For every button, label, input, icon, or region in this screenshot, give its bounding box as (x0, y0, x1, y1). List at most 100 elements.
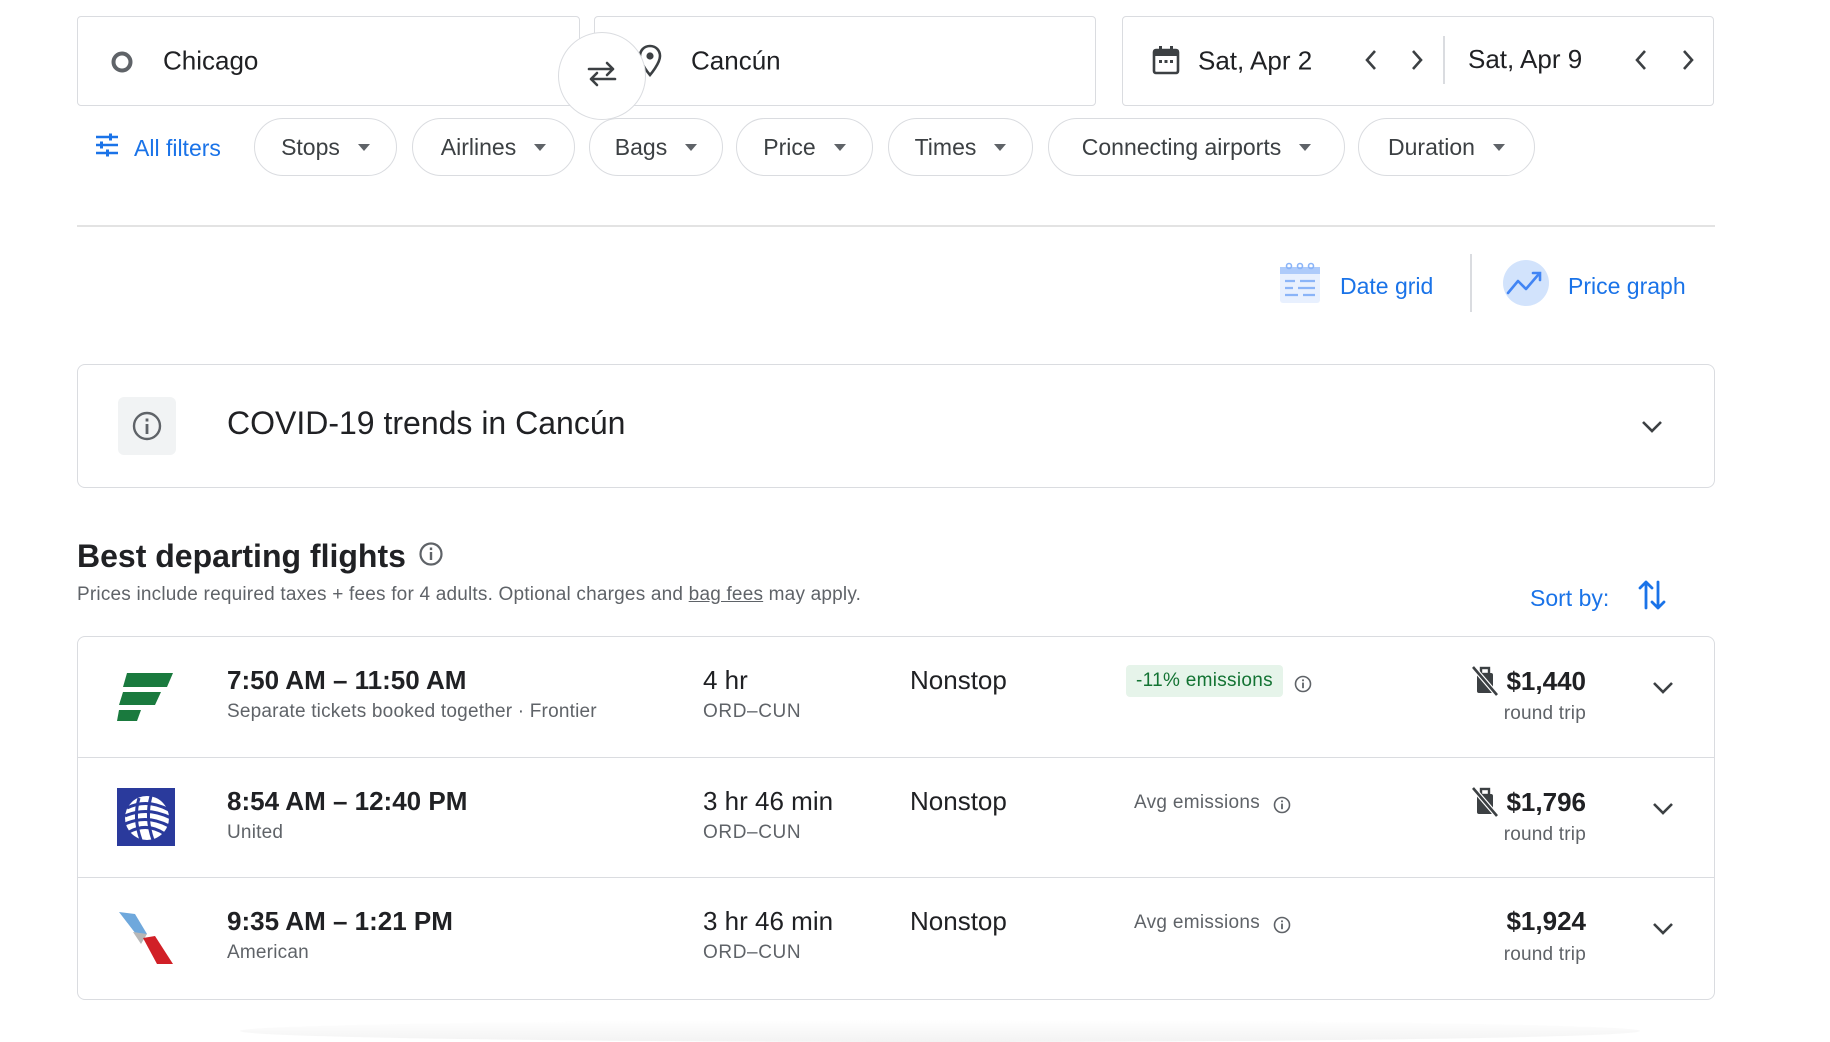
origin-circle-icon (110, 50, 134, 79)
chip-label: Times (914, 133, 977, 160)
chip-label: Connecting airports (1081, 133, 1282, 160)
info-icon[interactable] (1273, 916, 1291, 939)
price-graph-icon (1502, 259, 1550, 313)
flight-price: $1,796 (1470, 786, 1586, 818)
flight-route: ORD–CUN (703, 822, 802, 843)
bottom-shadow (240, 1020, 1640, 1042)
filter-chip-price[interactable]: Price (736, 118, 873, 176)
dropdown-caret-icon (685, 143, 698, 151)
price-note: round trip (1503, 703, 1586, 724)
all-filters-button[interactable]: All filters (94, 128, 221, 168)
origin-value: Chicago (163, 45, 259, 76)
frontier-logo (117, 667, 175, 725)
filter-chip-connecting-airports[interactable]: Connecting airports (1048, 118, 1345, 176)
depart-next-button[interactable] (1399, 38, 1435, 82)
emissions-label: Avg emissions (1134, 912, 1261, 933)
all-filters-label: All filters (134, 134, 221, 161)
filter-chip-times[interactable]: Times (888, 118, 1033, 176)
dropdown-caret-icon (534, 143, 547, 151)
emissions-label: Avg emissions (1134, 792, 1261, 813)
return-date[interactable]: Sat, Apr 9 (1468, 44, 1582, 75)
chevron-down-icon[interactable] (1652, 922, 1674, 941)
date-divider (1443, 36, 1445, 84)
info-icon[interactable] (418, 538, 444, 575)
flight-carrier: American (227, 942, 309, 963)
chip-label: Duration (1388, 133, 1475, 160)
chevron-down-icon[interactable] (1652, 681, 1674, 700)
flight-row[interactable]: 9:35 AM – 1:21 PM American 3 hr 46 min O… (78, 877, 1714, 997)
chevron-down-icon[interactable] (1638, 413, 1666, 441)
filter-chip-bags[interactable]: Bags (589, 118, 723, 176)
results-header: Best departing flights (77, 538, 444, 575)
divider (77, 225, 1715, 227)
chevron-down-icon[interactable] (1652, 802, 1674, 821)
price-graph-button[interactable]: Price graph (1502, 260, 1686, 312)
chevron-right-icon (1412, 50, 1423, 70)
american-logo (117, 908, 175, 966)
calendar-icon (1151, 44, 1181, 81)
covid-icon-box (118, 397, 176, 455)
price-value: $1,440 (1506, 665, 1586, 696)
swap-button[interactable] (558, 32, 646, 120)
bag-fees-link[interactable]: bag fees (689, 584, 764, 605)
flight-price: $1,440 (1470, 665, 1586, 697)
chip-label: Price (763, 133, 816, 160)
subtitle-text: Prices include required taxes + fees for… (77, 584, 689, 605)
tune-sliders-icon (94, 132, 120, 164)
chip-label: Airlines (440, 133, 517, 160)
flight-stops: Nonstop (910, 786, 1007, 816)
chevron-left-icon (1635, 50, 1646, 70)
origin-field[interactable]: Chicago (77, 16, 580, 106)
depart-prev-button[interactable] (1353, 38, 1389, 82)
date-grid-button[interactable]: Date grid (1278, 260, 1433, 312)
date-grid-label: Date grid (1340, 272, 1434, 299)
price-note: round trip (1503, 824, 1586, 845)
flight-duration: 4 hr (703, 665, 748, 695)
filter-chip-duration[interactable]: Duration (1358, 118, 1535, 176)
sort-arrows-icon (1637, 578, 1667, 618)
chip-label: Bags (614, 133, 668, 160)
no-carry-on-bag-icon (1471, 665, 1500, 697)
flight-price: $1,924 (1506, 906, 1586, 937)
sort-label: Sort by: (1530, 584, 1610, 611)
flight-carrier: United (227, 822, 284, 843)
subtitle-text: may apply. (763, 584, 862, 605)
return-next-button[interactable] (1670, 38, 1706, 82)
date-grid-icon (1278, 261, 1322, 311)
flight-carrier: Separate tickets booked together · Front… (227, 701, 597, 722)
filter-chip-airlines[interactable]: Airlines (412, 118, 575, 176)
info-icon[interactable] (1294, 675, 1312, 698)
price-graph-label: Price graph (1568, 272, 1686, 299)
sort-button[interactable]: Sort by: (1530, 578, 1667, 618)
chevron-right-icon (1683, 50, 1694, 70)
flight-route: ORD–CUN (703, 942, 802, 963)
flight-times: 7:50 AM – 11:50 AM (227, 665, 467, 695)
flight-duration: 3 hr 46 min (703, 906, 834, 936)
price-value: $1,796 (1506, 786, 1586, 817)
dropdown-caret-icon (357, 143, 370, 151)
depart-date[interactable]: Sat, Apr 2 (1198, 46, 1312, 77)
flight-duration: 3 hr 46 min (703, 786, 834, 816)
price-value: $1,924 (1506, 906, 1586, 936)
view-divider (1470, 254, 1472, 312)
destination-field[interactable]: Cancún (594, 16, 1096, 106)
dropdown-caret-icon (1299, 143, 1312, 151)
flight-row[interactable]: 7:50 AM – 11:50 AM Separate tickets book… (78, 637, 1714, 757)
flight-stops: Nonstop (910, 665, 1007, 695)
flight-stops: Nonstop (910, 906, 1007, 936)
flight-row[interactable]: 8:54 AM – 12:40 PM United 3 hr 46 min OR… (78, 757, 1714, 877)
swap-arrows-icon (585, 59, 619, 94)
dropdown-caret-icon (994, 143, 1007, 151)
emissions-badge: -11% emissions (1126, 665, 1283, 697)
destination-value: Cancún (691, 45, 781, 76)
dropdown-caret-icon (833, 143, 846, 151)
covid-trends-card[interactable]: COVID-19 trends in Cancún (77, 364, 1715, 488)
info-icon[interactable] (1273, 796, 1291, 819)
covid-title: COVID-19 trends in Cancún (227, 405, 626, 441)
united-logo (117, 788, 175, 846)
filter-chip-stops[interactable]: Stops (254, 118, 397, 176)
return-prev-button[interactable] (1623, 38, 1659, 82)
info-icon (132, 411, 162, 441)
flight-results-list: 7:50 AM – 11:50 AM Separate tickets book… (77, 636, 1715, 1000)
dropdown-caret-icon (1492, 143, 1505, 151)
